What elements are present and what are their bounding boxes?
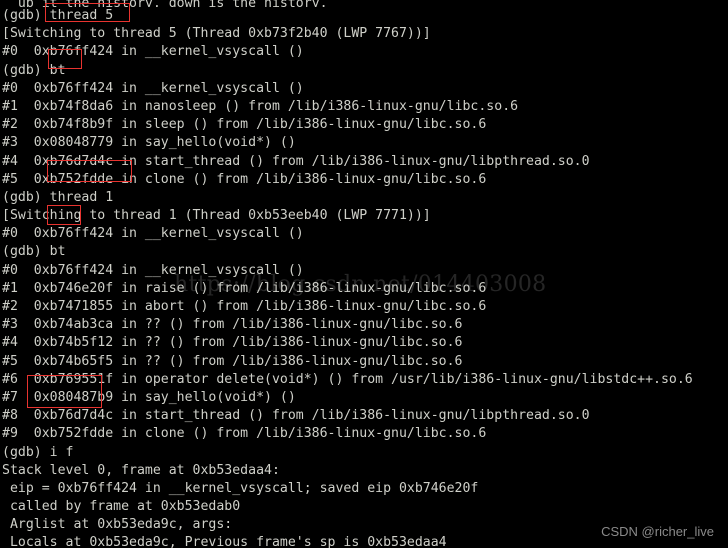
terminal-line: #3 0xb74ab3ca in ?? () from /lib/i386-li…	[0, 316, 728, 334]
terminal-line: #7 0x080487b9 in say_hello(void*) ()	[0, 389, 728, 407]
terminal-line: (gdb) bt	[0, 243, 728, 261]
terminal-line: Stack level 0, frame at 0xb53edaa4:	[0, 462, 728, 480]
terminal-line: (gdb) bt	[0, 62, 728, 80]
terminal-line: called by frame at 0xb53edab0	[0, 498, 728, 516]
terminal-line-text: #0 0xb76ff424 in __kernel_vsyscall ()	[2, 44, 304, 60]
terminal-line-text: #1 0xb74f8da6 in nanosleep () from /lib/…	[2, 98, 519, 114]
terminal-line-text: #0 0xb76ff424 in __kernel_vsyscall ()	[2, 226, 304, 242]
terminal-line-text: Locals at 0xb53eda9c, Previous frame's s…	[2, 535, 447, 548]
terminal-line: [Switching to thread 5 (Thread 0xb73f2b4…	[0, 25, 728, 43]
terminal-line-text: called by frame at 0xb53edab0	[2, 499, 241, 515]
terminal-line-text: [Switching to thread 1 (Thread 0xb53eeb4…	[2, 208, 431, 224]
terminal-line: up it the history, down is the history.	[0, 0, 728, 7]
terminal-line-text: #8 0xb76d7d4c in start_thread () from /l…	[2, 408, 590, 424]
terminal-line-text: Arglist at 0xb53eda9c, args:	[2, 517, 233, 533]
terminal-line: #2 0xb74f8b9f in sleep () from /lib/i386…	[0, 116, 728, 134]
terminal-line-text: #4 0xb76d7d4c in start_thread () from /l…	[2, 153, 590, 169]
terminal-line-text: #6 0xb769551f in operator delete(void*) …	[2, 371, 693, 387]
terminal-line: #4 0xb76d7d4c in start_thread () from /l…	[0, 153, 728, 171]
terminal-line: Locals at 0xb53eda9c, Previous frame's s…	[0, 534, 728, 548]
terminal-line-text: (gdb) bt	[2, 62, 66, 78]
terminal-line-text: #5 0xb752fdde in clone () from /lib/i386…	[2, 171, 487, 187]
terminal-line-text: #9 0xb752fdde in clone () from /lib/i386…	[2, 426, 487, 442]
terminal-window[interactable]: up it the history, down is the history.(…	[0, 0, 728, 548]
terminal-line-text: #2 0xb74f8b9f in sleep () from /lib/i386…	[2, 117, 487, 133]
terminal-line-text: (gdb) i f	[2, 444, 74, 460]
terminal-line: #2 0xb7471855 in abort () from /lib/i386…	[0, 298, 728, 316]
terminal-line: (gdb) thread 5	[0, 7, 728, 25]
terminal-line: eip = 0xb76ff424 in __kernel_vsyscall; s…	[0, 480, 728, 498]
terminal-line: #3 0x08048779 in say_hello(void*) ()	[0, 134, 728, 152]
terminal-line-text: eip = 0xb76ff424 in __kernel_vsyscall; s…	[2, 480, 479, 496]
terminal-line-text: #0 0xb76ff424 in __kernel_vsyscall ()	[2, 80, 304, 96]
terminal-line: #5 0xb752fdde in clone () from /lib/i386…	[0, 171, 728, 189]
terminal-line-text: Stack level 0, frame at 0xb53edaa4:	[2, 462, 280, 478]
terminal-line: #4 0xb74b5f12 in ?? () from /lib/i386-li…	[0, 334, 728, 352]
terminal-output-area: up it the history, down is the history.(…	[0, 0, 728, 548]
terminal-line-text: [Switching to thread 5 (Thread 0xb73f2b4…	[2, 26, 431, 42]
terminal-line-text: #7 0x080487b9 in say_hello(void*) ()	[2, 389, 296, 405]
terminal-line-text: (gdb) thread 5	[2, 8, 114, 23]
terminal-line-text: (gdb) bt	[2, 244, 66, 260]
terminal-line: #1 0xb746e20f in raise () from /lib/i386…	[0, 280, 728, 298]
terminal-line-text: up it the history, down is the history.	[2, 0, 328, 7]
terminal-line-text: #0 0xb76ff424 in __kernel_vsyscall ()	[2, 262, 304, 278]
terminal-line: #0 0xb76ff424 in __kernel_vsyscall ()	[0, 80, 728, 98]
terminal-line: #6 0xb769551f in operator delete(void*) …	[0, 371, 728, 389]
terminal-line: #5 0xb74b65f5 in ?? () from /lib/i386-li…	[0, 353, 728, 371]
terminal-line: #0 0xb76ff424 in __kernel_vsyscall ()	[0, 225, 728, 243]
terminal-line-text: #2 0xb7471855 in abort () from /lib/i386…	[2, 299, 487, 314]
terminal-line: (gdb) i f	[0, 444, 728, 462]
terminal-line-text: #3 0x08048779 in say_hello(void*) ()	[2, 135, 296, 151]
terminal-line: (gdb) thread 1	[0, 189, 728, 207]
terminal-line: #1 0xb74f8da6 in nanosleep () from /lib/…	[0, 98, 728, 116]
terminal-line: #0 0xb76ff424 in __kernel_vsyscall ()	[0, 262, 728, 280]
terminal-line: #0 0xb76ff424 in __kernel_vsyscall ()	[0, 43, 728, 61]
terminal-line-text: (gdb) thread 1	[2, 189, 114, 205]
terminal-line-text: #5 0xb74b65f5 in ?? () from /lib/i386-li…	[2, 353, 463, 369]
terminal-line-text: #1 0xb746e20f in raise () from /lib/i386…	[2, 280, 487, 296]
terminal-line: #9 0xb752fdde in clone () from /lib/i386…	[0, 425, 728, 443]
terminal-line: Arglist at 0xb53eda9c, args:	[0, 516, 728, 534]
terminal-line-text: #4 0xb74b5f12 in ?? () from /lib/i386-li…	[2, 335, 463, 351]
terminal-line-text: #3 0xb74ab3ca in ?? () from /lib/i386-li…	[2, 317, 463, 333]
terminal-line: #8 0xb76d7d4c in start_thread () from /l…	[0, 407, 728, 425]
terminal-line: [Switching to thread 1 (Thread 0xb53eeb4…	[0, 207, 728, 225]
